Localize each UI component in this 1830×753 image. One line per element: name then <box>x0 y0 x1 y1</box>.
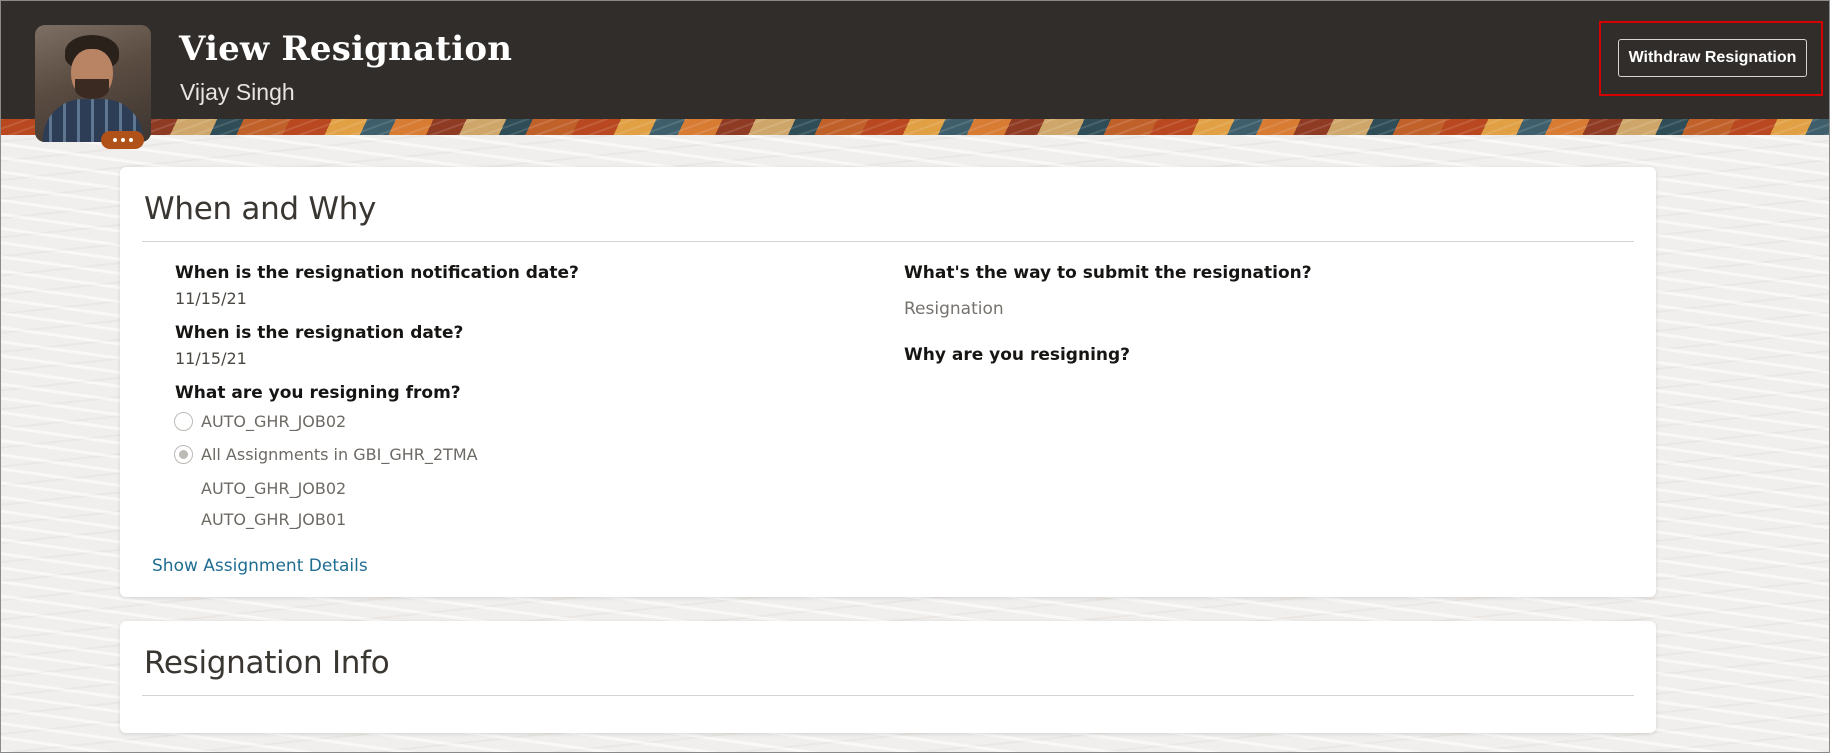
resign-option-all-assignments[interactable]: All Assignments in GBI_GHR_2TMA <box>174 445 478 464</box>
dot <box>120 138 125 142</box>
avatar[interactable] <box>35 25 151 142</box>
why-resigning-label: Why are you resigning? <box>904 345 1131 365</box>
radio-dot <box>179 450 188 459</box>
when-and-why-card: When and Why When is the resignation not… <box>120 167 1656 597</box>
notification-date-label: When is the resignation notification dat… <box>175 263 579 283</box>
avatar-beard <box>75 79 109 99</box>
resignation-date-label: When is the resignation date? <box>175 323 464 343</box>
when-and-why-heading: When and Why <box>144 191 377 227</box>
header-decorative-band <box>1 119 1829 135</box>
submit-way-value: Resignation <box>904 299 1004 319</box>
page-title: View Resignation <box>179 29 513 69</box>
section-divider <box>142 241 1634 242</box>
assignment-item: AUTO_GHR_JOB01 <box>201 510 347 529</box>
submit-way-label: What's the way to submit the resignation… <box>904 263 1312 283</box>
assignment-item: AUTO_GHR_JOB02 <box>201 479 347 498</box>
dot <box>128 138 133 142</box>
person-name: Vijay Singh <box>180 79 295 105</box>
radio-label: All Assignments in GBI_GHR_2TMA <box>201 445 478 464</box>
resignation-date-value: 11/15/21 <box>175 349 247 368</box>
dot <box>112 138 117 142</box>
resigning-from-label: What are you resigning from? <box>175 383 461 403</box>
resignation-info-card: Resignation Info <box>120 621 1656 733</box>
radio-button-selected[interactable] <box>174 445 193 464</box>
resign-option-job02[interactable]: AUTO_GHR_JOB02 <box>174 412 346 431</box>
notification-date-value: 11/15/21 <box>175 289 247 308</box>
section-divider <box>142 695 1634 696</box>
resignation-info-heading: Resignation Info <box>144 645 390 681</box>
more-actions-icon[interactable] <box>101 131 144 149</box>
withdraw-resignation-button[interactable]: Withdraw Resignation <box>1618 39 1807 77</box>
radio-label: AUTO_GHR_JOB02 <box>201 412 347 431</box>
radio-button[interactable] <box>174 412 193 431</box>
show-assignment-details-link[interactable]: Show Assignment Details <box>152 556 368 576</box>
